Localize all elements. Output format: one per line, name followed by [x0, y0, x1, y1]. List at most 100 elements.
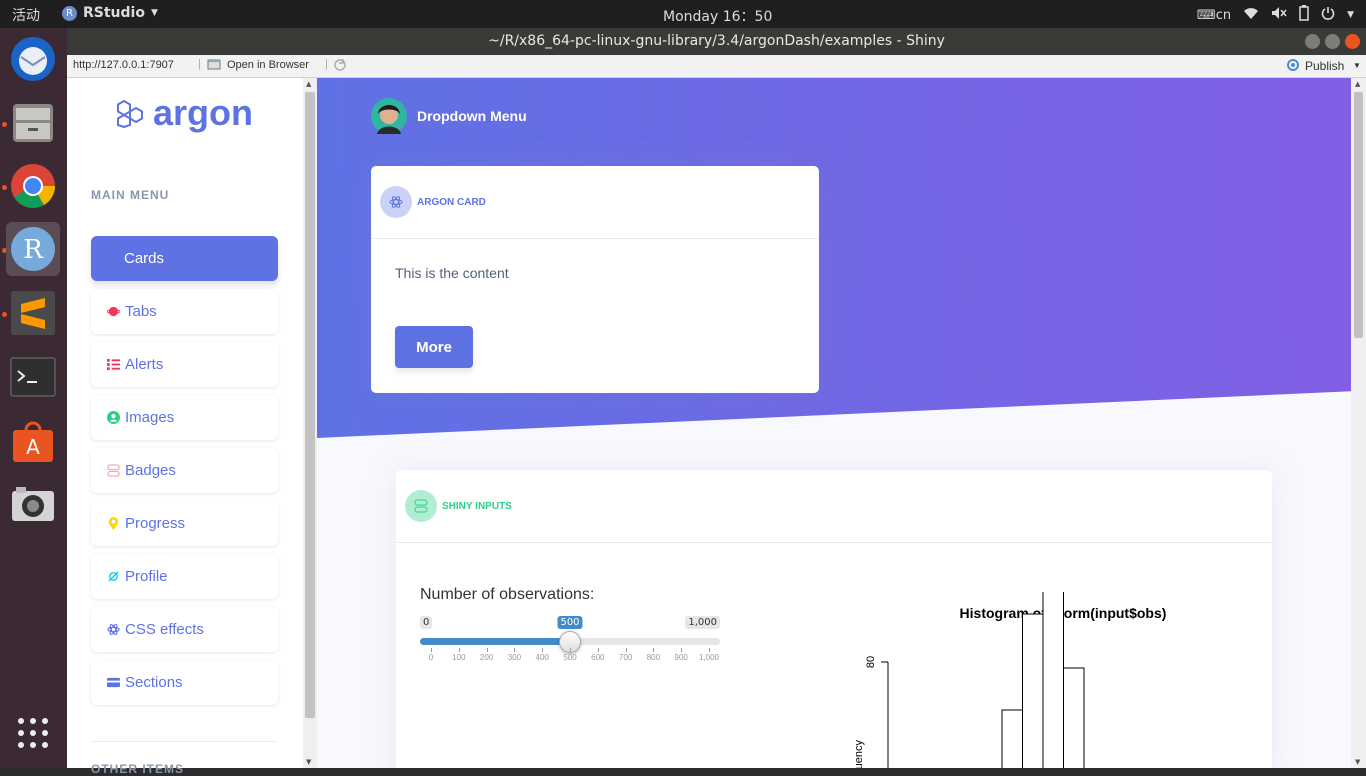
maximize-button[interactable] [1325, 34, 1340, 49]
power-icon [1321, 6, 1335, 24]
main-scrollbar[interactable]: ▲ ▼ [1351, 78, 1366, 768]
sidebar-item-tabs[interactable]: Tabs [91, 289, 278, 334]
slider-tick [458, 648, 460, 652]
sidebar-item-sections[interactable]: Sections [91, 660, 278, 705]
slider-tick-label: 600 [591, 653, 605, 662]
sidebar-item-cards[interactable]: Cards [91, 236, 278, 281]
app-grid-icon[interactable] [6, 706, 60, 760]
sidebar-item-progress[interactable]: Progress [91, 501, 278, 546]
window-title: ~/R/x86_64-pc-linux-gnu-library/3.4/argo… [488, 33, 945, 49]
sidebar-item-css-effects[interactable]: CSS effects [91, 607, 278, 652]
sidebar-item-profile[interactable]: Profile [91, 554, 278, 599]
sublime-text-icon[interactable] [6, 286, 60, 340]
histogram-bar [1001, 709, 1023, 768]
slider-label: Number of observations: [420, 586, 595, 603]
badge-icon [107, 464, 120, 477]
chevron-down-icon[interactable]: ▼ [1353, 61, 1361, 70]
hexagon-logo-icon [117, 99, 143, 128]
open-in-browser-icon[interactable] [207, 58, 221, 74]
histogram-chart: Histogram of rnorm(input$obs) Frequency … [853, 592, 1166, 768]
observations-slider[interactable]: 0 1,000 500 0 100 200 300 400 500 600 700 800 900… [420, 616, 720, 676]
avatar [371, 98, 407, 134]
atom-icon [380, 186, 412, 218]
slider-tick-label: 900 [674, 653, 688, 662]
slider-tick-label: 300 [507, 653, 522, 662]
sidebar-item-badges[interactable]: Badges [91, 448, 278, 493]
rstudio-icon[interactable]: R [6, 222, 60, 276]
slider-tick [681, 648, 683, 652]
scroll-thumb[interactable] [305, 92, 315, 718]
sidebar-item-images[interactable]: Images [91, 395, 278, 440]
sidebar-item-label: Sections [125, 674, 183, 691]
section-heading: MAIN MENU [91, 188, 170, 202]
sidebar-item-alerts[interactable]: Alerts [91, 342, 278, 387]
card-title: ARGON CARD [417, 196, 486, 208]
clock[interactable]: Monday 16：50 [663, 6, 772, 26]
dropdown-label: Dropdown Menu [417, 108, 527, 124]
files-icon[interactable] [6, 95, 60, 149]
slider-tick [431, 648, 432, 652]
sidebar-scrollbar[interactable]: ▲ ▼ [303, 78, 317, 768]
slider-grid: 0 100 200 300 400 500 600 700 800 900 1,000 [420, 648, 720, 668]
chevron-down-icon: ▼ [1347, 10, 1354, 20]
list-icon [107, 358, 120, 371]
user-circle-icon [107, 411, 120, 424]
viewer-toolbar: http://127.0.0.1:7907 | Open in Browser … [67, 55, 1366, 78]
slider-tick-label: 0 [428, 653, 434, 662]
brand-logo[interactable]: argon [115, 92, 253, 134]
refresh-icon[interactable] [333, 58, 347, 75]
toggle-icon [405, 490, 437, 522]
dropdown-menu[interactable]: Dropdown Menu [371, 98, 527, 134]
slider-tick [597, 648, 599, 652]
brand-name: argon [153, 92, 254, 133]
divider: | [198, 58, 201, 70]
slider-fill [420, 638, 570, 645]
slider-tick-label: 200 [479, 653, 494, 662]
slider-tick [625, 648, 627, 652]
more-button[interactable]: More [395, 326, 473, 368]
sidebar-item-label: Images [125, 409, 175, 426]
sidebar-item-label: Progress [125, 515, 186, 532]
system-tray[interactable]: ⌨cn ▼ [1197, 5, 1354, 25]
thunderbird-icon[interactable] [6, 32, 60, 86]
svg-text:A: A [26, 435, 40, 459]
main-content: Dropdown Menu ARGON CARD This is the con… [317, 78, 1351, 768]
chrome-icon[interactable] [6, 159, 60, 213]
wifi-icon [1243, 6, 1259, 24]
card-header: SHINY INPUTS [396, 470, 1272, 543]
slider-tick-label: 500 [563, 653, 577, 662]
chevron-down-icon: ▼ [150, 8, 158, 18]
software-center-icon[interactable]: A [6, 414, 60, 468]
slider-tick-label: 700 [618, 653, 633, 662]
camera-icon[interactable] [6, 478, 60, 532]
slider-min: 0 [420, 616, 433, 629]
sidebar: argon MAIN MENU Cards Tabs Alerts Images Bad… [67, 78, 303, 776]
slider-tick-label: 1,000 [698, 653, 720, 662]
y-axis-label: Frequency [853, 740, 865, 768]
terminal-icon[interactable] [6, 350, 60, 404]
histogram-bar [1022, 613, 1044, 768]
publish-button[interactable]: Publish [1305, 59, 1344, 73]
battery-icon [1299, 5, 1309, 25]
section-heading-other: OTHER ITEMS [91, 762, 185, 776]
card-title: SHINY INPUTS [442, 500, 512, 512]
slider-tick [542, 648, 544, 652]
slider-tick-label: 800 [646, 653, 661, 662]
app-menu[interactable]: R RStudio ▼ [62, 5, 158, 21]
publish-icon[interactable] [1285, 58, 1301, 75]
scroll-thumb[interactable] [1354, 92, 1363, 338]
satellite-icon [107, 570, 120, 583]
keyboard-icon: ⌨cn [1196, 7, 1232, 23]
activities-button[interactable]: 活动 [12, 5, 40, 25]
minimize-button[interactable] [1305, 34, 1320, 49]
slider-tick [486, 648, 488, 652]
close-button[interactable] [1345, 34, 1360, 49]
shiny-inputs-card: SHINY INPUTS Number of observations: 0 1… [396, 470, 1272, 768]
credit-card-icon [107, 676, 120, 689]
input-method: cn [1215, 7, 1232, 23]
atom-icon [107, 623, 120, 636]
open-in-browser-button[interactable]: Open in Browser [227, 59, 309, 71]
argon-card: ARGON CARD This is the content More [371, 166, 819, 393]
slider-tick [709, 648, 710, 652]
slider-tick [514, 648, 516, 652]
